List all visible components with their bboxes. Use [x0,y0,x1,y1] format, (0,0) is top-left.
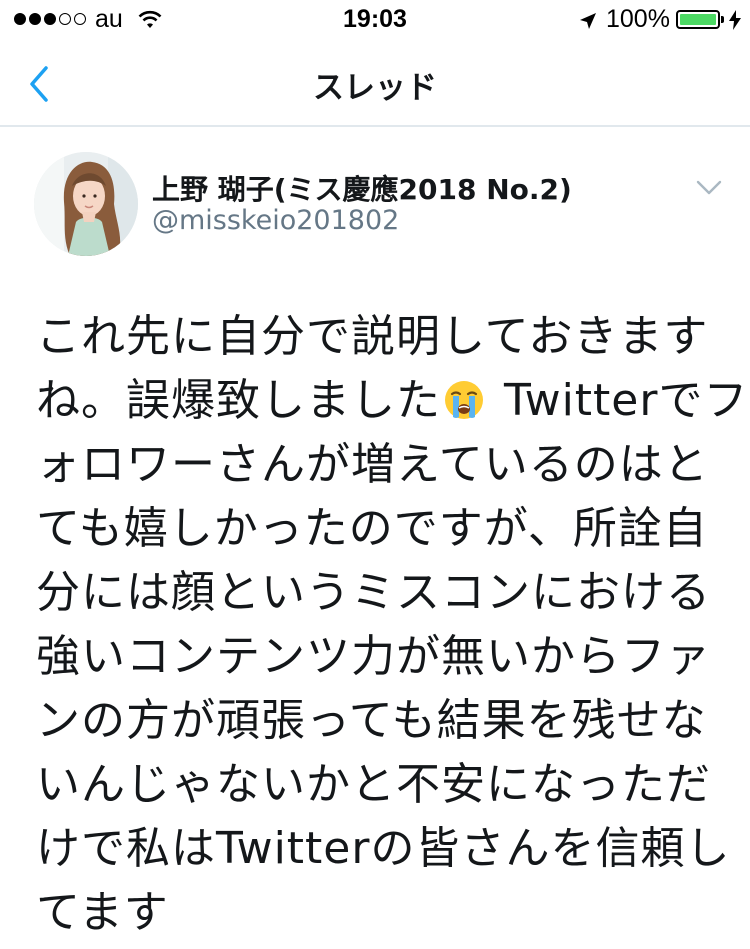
tweet-line: けで私はTwitterの皆さんを信頼し [36,823,731,874]
page-title: スレッド [313,70,437,106]
navigation-bar: スレッド [0,40,750,127]
avatar[interactable] [34,152,138,256]
tweet-line: いんじゃないかと不安になっただ [36,759,711,810]
status-bar: au 19:03 100% [0,0,750,40]
tweet-line: ね。誤爆致しました Twitterでフ [36,369,747,433]
chevron-down-icon [696,180,722,195]
charging-bolt-icon [728,9,742,38]
location-arrow-icon [578,9,598,38]
author-name[interactable]: 上野 瑚子(ミス慶應2018 No.2) [152,168,572,208]
battery-icon [676,10,720,29]
tweet-line: ても嬉しかったのですが、所詮自 [36,503,708,554]
battery-tip [721,16,724,23]
profile-photo [34,152,138,256]
author-handle[interactable]: @misskeio201802 [152,205,399,236]
tweet-text: これ先に自分で説明しておきます ね。誤爆致しました Twitterでフ ォロワー… [36,305,747,945]
tweet-menu-button[interactable] [692,170,726,204]
tweet-line-segment: Twitterでフ [489,375,749,426]
loudly-crying-face-emoji [443,375,485,419]
battery-level-fill [680,14,716,25]
battery-percent: 100% [606,5,670,33]
tweet-line: てます [36,887,169,938]
tweet-line: ンの方が頑張っても結果を残せな [36,695,707,746]
tweet-line: これ先に自分で説明しておきます [36,311,709,362]
tweet-line: ォロワーさんが増えているのはと [36,439,709,490]
tweet-line: 分には顔というミスコンにおける [36,567,711,618]
tweet-line: 強いコンテンツ力が無いからファ [36,631,711,682]
tweet-line-segment: ね。誤爆致しました [36,375,441,426]
